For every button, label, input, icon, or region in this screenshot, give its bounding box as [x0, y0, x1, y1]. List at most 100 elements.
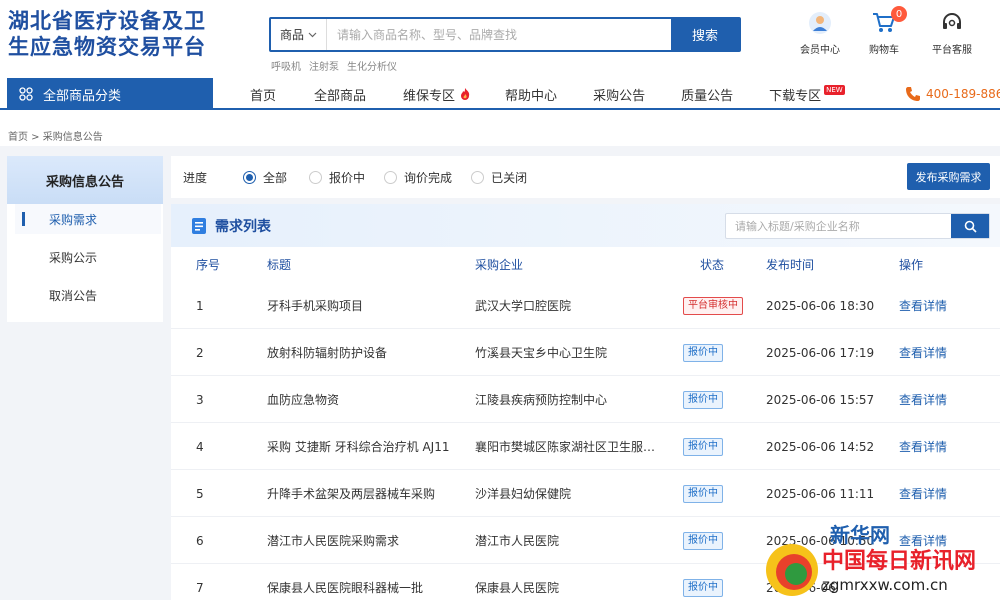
chevron-down-icon — [308, 32, 317, 37]
list-title-text: 需求列表 — [215, 219, 271, 235]
status-badge: 平台审核中 — [683, 296, 743, 315]
search-box: 商品 搜索 — [269, 17, 741, 52]
sidebar-title: 采购信息公告 — [7, 156, 163, 204]
row-title[interactable]: 升降手术盆架及两层器械车采购 — [267, 470, 467, 517]
sidebar-item-publicity[interactable]: 采购公示 — [15, 242, 161, 272]
radio-dot — [384, 170, 398, 184]
row-status: 平台审核中 — [683, 282, 743, 329]
row-number: 4 — [196, 439, 204, 454]
view-details-link[interactable]: 查看详情 — [899, 376, 959, 423]
row-time: 2025-06-06 14:52 — [766, 439, 875, 454]
view-details-link[interactable]: 查看详情 — [899, 282, 959, 329]
row-title[interactable]: 潜江市人民医院采购需求 — [267, 517, 467, 564]
list-search-button[interactable] — [951, 214, 989, 238]
status-badge: 报价中 — [683, 390, 723, 409]
filter-radio-all[interactable]: 全部 — [243, 169, 287, 186]
row-status: 报价中 — [683, 329, 743, 376]
user-icon — [807, 10, 833, 36]
nav-item-quality[interactable]: 质量公告 — [681, 85, 733, 104]
row-number: 6 — [196, 533, 204, 548]
row-status: 报价中 — [683, 517, 743, 564]
search-category-select[interactable]: 商品 — [271, 19, 327, 50]
filter-label: 进度 — [183, 170, 208, 185]
sidebar-item-cancel-notice[interactable]: 取消公告 — [15, 280, 161, 310]
column-header-org: 采购企业 — [475, 258, 524, 272]
nav-item-help[interactable]: 帮助中心 — [505, 85, 557, 104]
nav-item-procurement[interactable]: 采购公告 — [593, 85, 645, 104]
hot-word-link[interactable]: 注射泵 — [309, 58, 339, 73]
row-status: 报价中 — [683, 564, 743, 600]
nav-item-all-products[interactable]: 全部商品 — [314, 85, 366, 104]
all-categories-label: 全部商品分类 — [43, 88, 122, 104]
status-badge: 报价中 — [683, 343, 723, 362]
view-details-link[interactable]: 查看详情 — [899, 329, 959, 376]
filter-radio-inquiry-done[interactable]: 询价完成 — [384, 169, 452, 186]
header-icons: 会员中心 0 购物车 平台客服 — [790, 6, 982, 56]
search-input[interactable] — [327, 19, 671, 50]
nav-items: 首页 全部商品 维保专区 帮助中心 采购公告 质量公告 下载专区 NEW — [236, 78, 845, 110]
site-title[interactable]: 湖北省医疗设备及卫 生应急物资交易平台 — [8, 8, 218, 60]
row-title[interactable]: 血防应急物资 — [267, 376, 467, 423]
radio-label: 询价完成 — [404, 170, 453, 185]
nav-item-label: 下载专区 — [769, 88, 822, 104]
sidebar-item-requirements[interactable]: 采购需求 — [15, 204, 161, 234]
watermark-logo: 新华网 中国每日新讯网 zgmrxxw.com.cn — [766, 523, 976, 596]
nav-item-download[interactable]: 下载专区 NEW — [769, 85, 845, 104]
hotline: 400-189-8869 — [905, 78, 1000, 110]
radio-dot — [243, 170, 257, 184]
row-number: 1 — [196, 298, 204, 313]
search-category-label: 商品 — [279, 28, 304, 42]
main-nav: 全部商品分类 首页 全部商品 维保专区 帮助中心 采购公告 质量公告 下载专区 … — [0, 78, 1000, 110]
hot-words: 呼吸机 注射泵 生化分析仪 — [271, 58, 397, 73]
status-badge: 报价中 — [683, 484, 723, 503]
customer-service-button[interactable]: 平台客服 — [922, 10, 982, 56]
view-details-link[interactable]: 查看详情 — [899, 423, 959, 470]
member-center-label: 会员中心 — [800, 45, 840, 56]
status-badge: 报价中 — [683, 437, 723, 456]
cart-button[interactable]: 0 购物车 — [854, 6, 914, 56]
row-number: 3 — [196, 392, 204, 407]
table-row: 4 采购 艾捷斯 牙科综合治疗机 AJ11 襄阳市樊城区陈家湖社区卫生服… 报价中 20… — [171, 423, 1000, 470]
row-time: 2025-06-06 11:11 — [766, 486, 875, 501]
table-row: 5 升降手术盆架及两层器械车采购 沙洋县妇幼保健院 报价中 2025-06-06 11:… — [171, 470, 1000, 517]
row-title[interactable]: 保康县人民医院眼科器械一批 — [267, 564, 467, 600]
status-badge: 报价中 — [683, 578, 723, 597]
row-time: 2025-06-06 15:57 — [766, 392, 875, 407]
all-categories-button[interactable]: 全部商品分类 — [7, 78, 213, 110]
site-title-line1: 湖北省医疗设备及卫 — [8, 9, 206, 33]
list-search-input[interactable] — [726, 214, 951, 238]
view-details-link[interactable]: 查看详情 — [899, 470, 959, 517]
column-header-title: 标题 — [267, 258, 292, 272]
member-center-button[interactable]: 会员中心 — [790, 10, 850, 56]
radio-dot — [471, 170, 485, 184]
nav-item-home[interactable]: 首页 — [250, 85, 276, 104]
customer-service-label: 平台客服 — [932, 45, 972, 56]
site-header: 湖北省医疗设备及卫 生应急物资交易平台 商品 搜索 呼吸机 注射泵 生化分析仪 … — [0, 0, 1000, 78]
row-title[interactable]: 牙科手机采购项目 — [267, 282, 467, 329]
hot-word-link[interactable]: 呼吸机 — [271, 58, 301, 73]
list-title: 需求列表 — [191, 216, 271, 236]
status-badge: 报价中 — [683, 531, 723, 550]
publish-requirement-button[interactable]: 发布采购需求 — [907, 163, 990, 190]
table-row: 1 牙科手机采购项目 武汉大学口腔医院 平台审核中 2025-06-06 18:30 查看… — [171, 282, 1000, 329]
watermark-line2: 中国每日新讯网 — [822, 548, 976, 574]
nav-item-label: 维保专区 — [403, 88, 456, 104]
nav-item-maintenance[interactable]: 维保专区 — [403, 85, 472, 104]
row-org: 保康县人民医院 — [475, 581, 560, 595]
radio-label: 已关闭 — [491, 170, 528, 185]
filter-radio-quoting[interactable]: 报价中 — [309, 169, 365, 186]
row-title[interactable]: 采购 艾捷斯 牙科综合治疗机 AJ11 — [267, 423, 467, 470]
filter-radio-closed[interactable]: 已关闭 — [471, 169, 527, 186]
row-status: 报价中 — [683, 470, 743, 517]
list-header: 需求列表 — [171, 204, 1000, 247]
grid-icon — [19, 87, 33, 101]
hotline-number: 400-189-8869 — [926, 87, 1000, 101]
new-badge: NEW — [824, 85, 845, 95]
search-button[interactable]: 搜索 — [671, 19, 739, 50]
hot-word-link[interactable]: 生化分析仪 — [347, 58, 397, 73]
table-row: 3 血防应急物资 江陵县疾病预防控制中心 报价中 2025-06-06 15:57 查看详… — [171, 376, 1000, 423]
document-icon — [192, 218, 206, 234]
cart-count-badge: 0 — [891, 6, 907, 22]
breadcrumb: 首页 > 采购信息公告 — [8, 132, 103, 143]
row-title[interactable]: 放射科防辐射防护设备 — [267, 329, 467, 376]
